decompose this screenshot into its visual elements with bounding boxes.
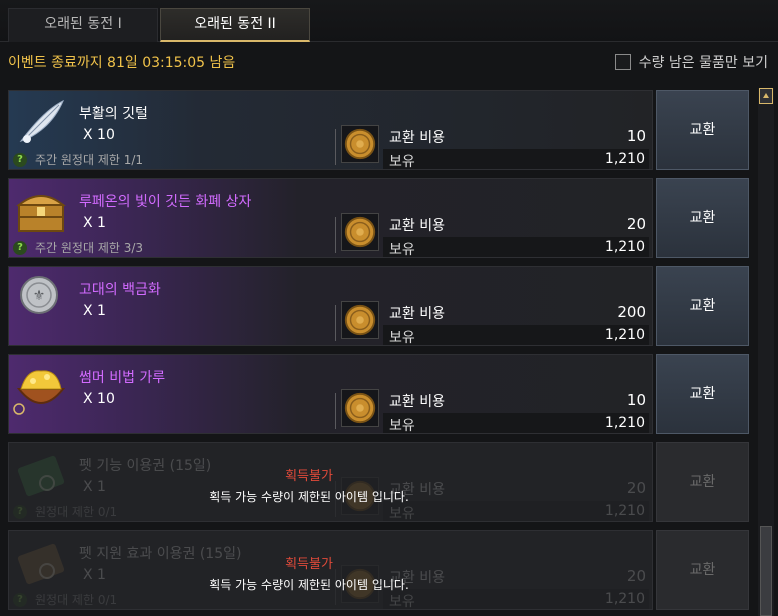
filter-remaining-only[interactable]: 수량 남은 물품만 보기 <box>614 52 768 72</box>
item-quantity: X 1 <box>83 479 106 495</box>
owned-label: 보유 <box>389 418 415 434</box>
unavailable-description: 획득 가능 수량이 제한된 아이템 입니다. <box>209 490 409 504</box>
list-item: 루페온의 빛이 깃든 화폐 상자 X 1 ? 주간 원정대 제한 3/3 교환 … <box>8 178 750 258</box>
list-item: 썸머 비법 가루 X 10 교환 비용 10 보유 1,210 교환 <box>8 354 750 434</box>
unavailable-notice: 획득불가 획득 가능 수량이 제한된 아이템 입니다. <box>129 553 489 593</box>
owned-bar: 보유 1,210 <box>383 149 649 170</box>
purchase-limit-text: 주간 원정대 제한 1/1 <box>35 153 144 167</box>
item-quantity: X 10 <box>83 127 115 143</box>
item-quantity: X 1 <box>83 567 106 583</box>
filter-label: 수량 남은 물품만 보기 <box>638 55 768 71</box>
cost-value: 10 <box>626 127 646 145</box>
item-card: 루페온의 빛이 깃든 화폐 상자 X 1 ? 주간 원정대 제한 3/3 교환 … <box>8 178 653 258</box>
purchase-limit-text: 주간 원정대 제한 3/3 <box>35 241 144 255</box>
exchange-button: 교환 <box>656 442 749 522</box>
item-card: 펫 지원 효과 이용권 (15일) X 1 ? 원정대 제한 0/1 교환 비용… <box>8 530 653 610</box>
item-name: 부활의 깃털 <box>79 106 148 122</box>
item-card: 펫 기능 이용권 (15일) X 1 ? 원정대 제한 0/1 교환 비용 20… <box>8 442 653 522</box>
cost-value: 20 <box>626 567 646 585</box>
exchange-button: 교환 <box>656 530 749 610</box>
cost-value: 200 <box>617 303 646 321</box>
list-item: 펫 기능 이용권 (15일) X 1 ? 원정대 제한 0/1 교환 비용 20… <box>8 442 750 522</box>
owned-value: 1,210 <box>604 591 645 607</box>
item-quantity: X 1 <box>83 215 106 231</box>
svg-text:⚜: ⚜ <box>33 288 46 304</box>
item-quantity: X 10 <box>83 391 115 407</box>
divider <box>335 393 336 429</box>
ticket-icon <box>17 543 65 585</box>
platinum-coin-icon: ⚜ <box>20 276 58 314</box>
owned-label: 보유 <box>389 242 415 258</box>
coin-icon <box>341 125 379 163</box>
item-card: ⚜ 고대의 백금화 X 1 교환 비용 200 보유 1,210 <box>8 266 653 346</box>
cost-label: 교환 비용 <box>389 306 445 322</box>
owned-value: 1,210 <box>604 327 645 343</box>
coin-icon <box>341 389 379 427</box>
owned-value: 1,210 <box>604 503 645 519</box>
owned-value: 1,210 <box>604 415 645 431</box>
scroll-up-arrow-icon[interactable] <box>759 88 773 104</box>
ticket-icon <box>17 455 65 497</box>
cost-label: 교환 비용 <box>389 218 445 234</box>
owned-label: 보유 <box>389 506 415 522</box>
question-icon[interactable]: ? <box>13 240 27 255</box>
item-name: 썸머 비법 가루 <box>79 370 166 386</box>
exchange-button[interactable]: 교환 <box>656 178 749 258</box>
question-icon: ? <box>13 592 27 607</box>
cost-label: 교환 비용 <box>389 130 445 146</box>
item-card: 부활의 깃털 X 10 ? 주간 원정대 제한 1/1 교환 비용 10 보유 … <box>8 90 653 170</box>
unavailable-title: 획득불가 <box>285 469 333 484</box>
unavailable-notice: 획득불가 획득 가능 수량이 제한된 아이템 입니다. <box>129 465 489 505</box>
purchase-limit-text: 원정대 제한 0/1 <box>35 505 118 519</box>
coin-icon <box>341 301 379 339</box>
purchase-limit-text: 원정대 제한 0/1 <box>35 593 118 607</box>
unavailable-description: 획득 가능 수량이 제한된 아이템 입니다. <box>209 578 409 592</box>
exchange-button[interactable]: 교환 <box>656 266 749 346</box>
owned-value: 1,210 <box>604 151 645 167</box>
divider <box>335 217 336 253</box>
owned-bar: 보유 1,210 <box>383 237 649 258</box>
divider <box>335 305 336 341</box>
scrollbar[interactable] <box>758 88 774 616</box>
list-item: 펫 지원 효과 이용권 (15일) X 1 ? 원정대 제한 0/1 교환 비용… <box>8 530 750 610</box>
feather-icon <box>19 99 64 143</box>
scrollbar-thumb[interactable] <box>760 526 772 616</box>
purchase-limit: ? 원정대 제한 0/1 <box>13 591 117 608</box>
tab-old-coin-2[interactable]: 오래된 동전 II <box>160 8 310 42</box>
exchange-button[interactable]: 교환 <box>656 354 749 434</box>
cost-label: 교환 비용 <box>389 394 445 410</box>
question-icon: ? <box>13 504 27 519</box>
exchange-list: 부활의 깃털 X 10 ? 주간 원정대 제한 1/1 교환 비용 10 보유 … <box>8 88 750 616</box>
owned-bar: 보유 1,210 <box>383 413 649 434</box>
owned-label: 보유 <box>389 594 415 610</box>
item-card: 썸머 비법 가루 X 10 교환 비용 10 보유 1,210 <box>8 354 653 434</box>
tab-bar: 오래된 동전 I 오래된 동전 II <box>0 0 778 42</box>
purchase-limit: ? 원정대 제한 0/1 <box>13 503 117 520</box>
item-name: 고대의 백금화 <box>79 282 161 298</box>
purchase-limit: ? 주간 원정대 제한 3/3 <box>13 239 143 256</box>
list-item: 부활의 깃털 X 10 ? 주간 원정대 제한 1/1 교환 비용 10 보유 … <box>8 90 750 170</box>
exchange-button[interactable]: 교환 <box>656 90 749 170</box>
treasure-chest-icon <box>16 195 66 232</box>
owned-bar: 보유 1,210 <box>383 325 649 346</box>
purchase-limit: ? 주간 원정대 제한 1/1 <box>13 151 143 168</box>
item-quantity: X 1 <box>83 303 106 319</box>
filter-checkbox[interactable] <box>614 54 631 70</box>
owned-label: 보유 <box>389 154 415 170</box>
event-countdown: 이벤트 종료까지 81일 03:15:05 남음 <box>8 55 236 71</box>
powder-bowl-icon <box>13 370 66 415</box>
owned-label: 보유 <box>389 330 415 346</box>
cost-value: 10 <box>626 391 646 409</box>
unavailable-title: 획득불가 <box>285 557 333 572</box>
item-name: 루페온의 빛이 깃든 화폐 상자 <box>79 194 252 210</box>
cost-value: 20 <box>626 479 646 497</box>
list-item: ⚜ 고대의 백금화 X 1 교환 비용 200 보유 1,210 교환 <box>8 266 750 346</box>
coin-icon <box>341 213 379 251</box>
cost-value: 20 <box>626 215 646 233</box>
tab-old-coin-1[interactable]: 오래된 동전 I <box>8 8 158 42</box>
owned-value: 1,210 <box>604 239 645 255</box>
question-icon[interactable]: ? <box>13 152 27 167</box>
divider <box>335 129 336 165</box>
